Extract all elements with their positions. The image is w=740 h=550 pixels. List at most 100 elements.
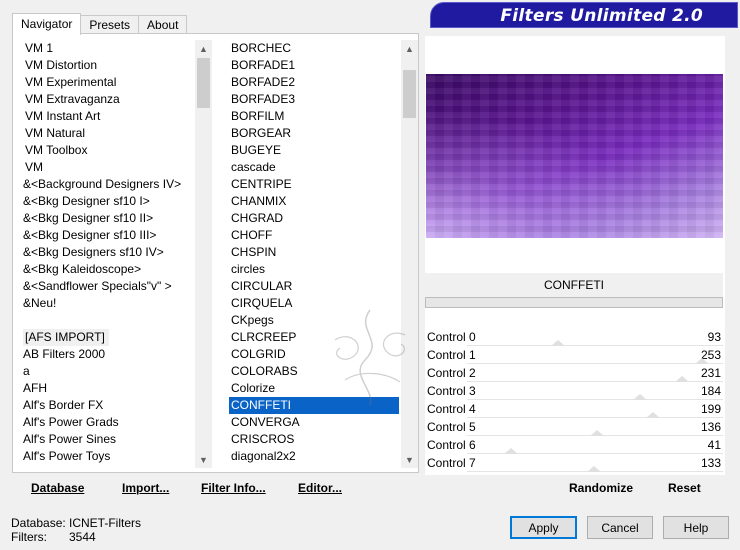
scroll-down-icon[interactable]: ▼ bbox=[195, 451, 212, 468]
scroll-up-icon[interactable]: ▲ bbox=[401, 40, 418, 57]
control-label: Control 2 bbox=[427, 366, 476, 380]
filter-item[interactable]: circles bbox=[229, 261, 399, 278]
database-label: Database: bbox=[11, 516, 66, 530]
category-item[interactable]: &<Bkg Designer sf10 I> bbox=[21, 193, 195, 210]
title-banner: Filters Unlimited 2.0 bbox=[430, 2, 738, 28]
category-item[interactable] bbox=[21, 312, 195, 329]
category-item[interactable]: VM 1 bbox=[21, 40, 195, 57]
filter-name-label: CONFFETI bbox=[425, 273, 723, 297]
control-value: 93 bbox=[707, 330, 721, 344]
category-item[interactable]: &<Background Designers IV> bbox=[21, 176, 195, 193]
category-item[interactable]: VM bbox=[21, 159, 195, 176]
category-item[interactable]: VM Distortion bbox=[21, 57, 195, 74]
filter-item[interactable]: CHOFF bbox=[229, 227, 399, 244]
slider-knob[interactable] bbox=[586, 466, 601, 472]
category-item[interactable]: Alf's Power Sines bbox=[21, 431, 195, 448]
category-scrollbar[interactable]: ▲ ▼ bbox=[195, 40, 212, 468]
control-sliders: Control 0 93 Control 1 253 Control 2 231 Contr… bbox=[425, 328, 723, 472]
category-item[interactable]: VM Extravaganza bbox=[21, 91, 195, 108]
category-item[interactable]: &<Bkg Designer sf10 II> bbox=[21, 210, 195, 227]
category-item-label: [AFS IMPORT] bbox=[23, 329, 109, 346]
control-slider[interactable]: Control 0 93 bbox=[425, 328, 723, 346]
apply-button[interactable]: Apply bbox=[510, 516, 577, 539]
filter-item[interactable]: BORCHEC bbox=[229, 40, 399, 57]
help-button[interactable]: Help bbox=[663, 516, 729, 539]
control-slider[interactable]: Control 5 136 bbox=[425, 418, 723, 436]
filter-item[interactable]: BORFADE3 bbox=[229, 91, 399, 108]
category-list[interactable]: VM 1 VM Distortion VM Experimental VM Extra… bbox=[21, 40, 195, 468]
database-button[interactable]: Database bbox=[31, 481, 84, 495]
filter-item[interactable]: diamondweb bbox=[229, 465, 399, 468]
control-slider[interactable]: Control 4 199 bbox=[425, 400, 723, 418]
left-action-bar: Database Import... Filter Info... Editor… bbox=[12, 475, 419, 499]
category-item[interactable]: AFH bbox=[21, 380, 195, 397]
control-label: Control 7 bbox=[427, 456, 476, 470]
filter-item[interactable]: CRISCROS bbox=[229, 431, 399, 448]
category-item[interactable]: &<Bkg Designer sf10 III> bbox=[21, 227, 195, 244]
filter-item[interactable]: CIRCULAR bbox=[229, 278, 399, 295]
control-slider[interactable]: Control 6 41 bbox=[425, 436, 723, 454]
category-item[interactable]: &<Sandflower Specials"v" > bbox=[21, 278, 195, 295]
category-item[interactable]: Alf's Border FX bbox=[21, 397, 195, 414]
filter-item[interactable]: CHGRAD bbox=[229, 210, 399, 227]
preview-image bbox=[426, 74, 723, 238]
app-title: Filters Unlimited 2.0 bbox=[500, 6, 703, 26]
tab-navigator[interactable]: Navigator bbox=[12, 13, 82, 35]
filter-item[interactable]: BORFADE1 bbox=[229, 57, 399, 74]
scroll-down-icon[interactable]: ▼ bbox=[401, 451, 418, 468]
category-item[interactable]: VM Instant Art bbox=[21, 108, 195, 125]
status-area: Database: ICNET-Filters Filters: 3544 bbox=[11, 516, 141, 544]
category-item[interactable]: &<Bkg Designers sf10 IV> bbox=[21, 244, 195, 261]
control-slider[interactable]: Control 2 231 bbox=[425, 364, 723, 382]
filter-info-button[interactable]: Filter Info... bbox=[201, 481, 266, 495]
scroll-up-icon[interactable]: ▲ bbox=[195, 40, 212, 57]
filter-item[interactable]: BORFILM bbox=[229, 108, 399, 125]
tab-presets[interactable]: Presets bbox=[80, 15, 140, 34]
filter-item[interactable]: CONVERGA bbox=[229, 414, 399, 431]
category-item[interactable]: Alf's Power Grads bbox=[21, 414, 195, 431]
category-item[interactable]: Alf's Power Toys bbox=[21, 448, 195, 465]
category-item[interactable]: VM Experimental bbox=[21, 74, 195, 91]
filter-item[interactable]: BORFADE2 bbox=[229, 74, 399, 91]
progress-bar bbox=[425, 297, 723, 308]
scroll-thumb[interactable] bbox=[403, 70, 416, 118]
category-item[interactable]: &Neu! bbox=[21, 295, 195, 312]
category-item[interactable]: &<Bkg Kaleidoscope> bbox=[21, 261, 195, 278]
filter-item[interactable]: cascade bbox=[229, 159, 399, 176]
filter-item[interactable]: BUGEYE bbox=[229, 142, 399, 159]
control-slider[interactable]: Control 3 184 bbox=[425, 382, 723, 400]
category-item[interactable]: VM Toolbox bbox=[21, 142, 195, 159]
right-action-bar: Randomize Reset bbox=[425, 475, 725, 499]
category-item[interactable]: a bbox=[21, 363, 195, 380]
filter-item[interactable]: diagonal2x2 bbox=[229, 448, 399, 465]
filter-item[interactable]: CHSPIN bbox=[229, 244, 399, 261]
category-item[interactable]: VM Natural bbox=[21, 125, 195, 142]
control-value: 231 bbox=[700, 366, 721, 380]
tab-about[interactable]: About bbox=[138, 15, 188, 34]
filter-item[interactable]: CHANMIX bbox=[229, 193, 399, 210]
editor-button[interactable]: Editor... bbox=[298, 481, 342, 495]
control-slider[interactable]: Control 1 253 bbox=[425, 346, 723, 364]
control-label: Control 6 bbox=[427, 438, 476, 452]
control-value: 136 bbox=[700, 420, 721, 434]
filter-item[interactable]: BORGEAR bbox=[229, 125, 399, 142]
filter-item[interactable]: CENTRIPE bbox=[229, 176, 399, 193]
watermark-flourish bbox=[334, 309, 406, 406]
filters-count: 3544 bbox=[69, 530, 96, 544]
filters-label: Filters: bbox=[11, 530, 47, 544]
randomize-button[interactable]: Randomize bbox=[569, 481, 633, 495]
cancel-button[interactable]: Cancel bbox=[587, 516, 653, 539]
reset-button[interactable]: Reset bbox=[668, 481, 701, 495]
import-button[interactable]: Import... bbox=[122, 481, 169, 495]
control-slider[interactable]: Control 7 133 bbox=[425, 454, 723, 472]
control-label: Control 0 bbox=[427, 330, 476, 344]
scroll-thumb[interactable] bbox=[197, 58, 210, 108]
control-value: 199 bbox=[700, 402, 721, 416]
control-label: Control 4 bbox=[427, 402, 476, 416]
tab-bar: Navigator Presets About bbox=[12, 13, 188, 35]
control-label: Control 1 bbox=[427, 348, 476, 362]
control-value: 184 bbox=[700, 384, 721, 398]
control-value: 41 bbox=[707, 438, 721, 452]
category-item[interactable]: [AFS IMPORT] bbox=[21, 329, 195, 346]
category-item[interactable]: AB Filters 2000 bbox=[21, 346, 195, 363]
